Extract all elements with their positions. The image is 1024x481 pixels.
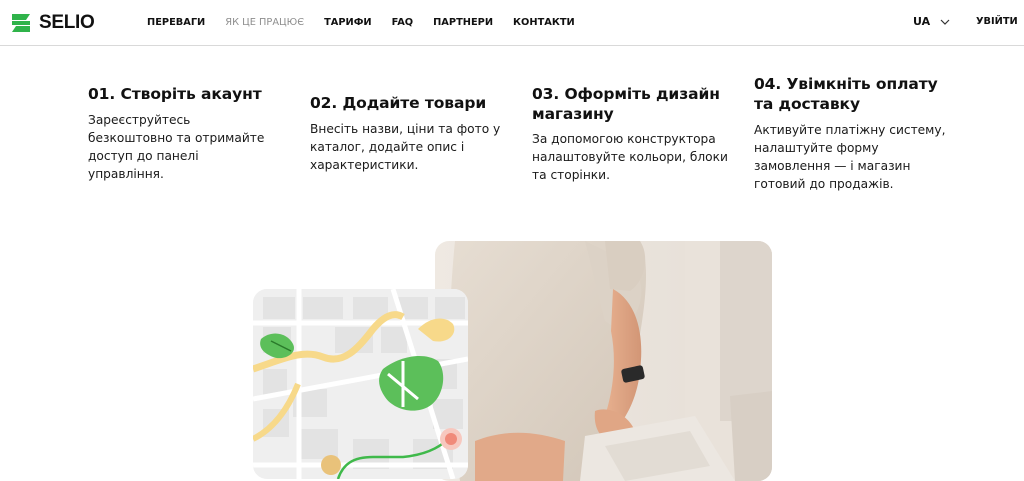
step-4-text: Активуйте платіжну систему, налаштуйте ф… xyxy=(754,123,946,191)
chevron-down-icon xyxy=(940,19,950,25)
step-4: 04. Увімкніть оплату та доставку Активуй… xyxy=(754,74,954,193)
nav-item-how-it-works[interactable]: ЯК ЦЕ ПРАЦЮЄ xyxy=(225,16,304,30)
logo-text: SELIO xyxy=(39,12,95,33)
nav-item-contacts[interactable]: КОНТАКТИ xyxy=(513,16,575,30)
step-4-title: 04. Увімкніть оплату та доставку xyxy=(754,75,938,113)
step-2-title: 02. Додайте товари xyxy=(310,94,487,112)
step-3-title: 03. Оформіть дизайн магазину xyxy=(532,85,720,123)
step-1-title: 01. Створіть акаунт xyxy=(88,85,262,103)
logo[interactable]: SELIO xyxy=(10,12,95,34)
nav-item-faq[interactable]: FAQ xyxy=(392,16,413,30)
language-label: UA xyxy=(913,15,931,28)
language-selector[interactable]: UA xyxy=(913,15,950,28)
step-1-text: Зареєструйтесь безкоштовно та отримайте … xyxy=(88,113,265,181)
delivery-route-map-illustration xyxy=(253,289,468,479)
step-3-text: За допомогою конструктора налаштовуйте к… xyxy=(532,132,728,182)
nav-item-advantages[interactable]: ПЕРЕВАГИ xyxy=(147,16,205,30)
step-1: 01. Створіть акаунт Зареєструйтесь безко… xyxy=(88,84,278,183)
step-3: 03. Оформіть дизайн магазину За допомого… xyxy=(532,84,732,184)
nav-item-pricing[interactable]: ТАРИФИ xyxy=(324,16,372,30)
step-2-text: Внесіть назви, ціни та фото у каталог, д… xyxy=(310,122,501,172)
selio-logo-icon xyxy=(12,14,30,32)
nav-item-partners[interactable]: ПАРТНЕРИ xyxy=(433,16,493,30)
step-2: 02. Додайте товари Внесіть назви, ціни т… xyxy=(310,93,510,174)
person-packing-parcel-photo xyxy=(435,241,772,481)
login-button[interactable]: УВІЙТИ xyxy=(976,16,1018,27)
main-nav: ПЕРЕВАГИ ЯК ЦЕ ПРАЦЮЄ ТАРИФИ FAQ ПАРТНЕР… xyxy=(147,16,595,30)
site-header: SELIO ПЕРЕВАГИ ЯК ЦЕ ПРАЦЮЄ ТАРИФИ FAQ П… xyxy=(0,0,1024,46)
